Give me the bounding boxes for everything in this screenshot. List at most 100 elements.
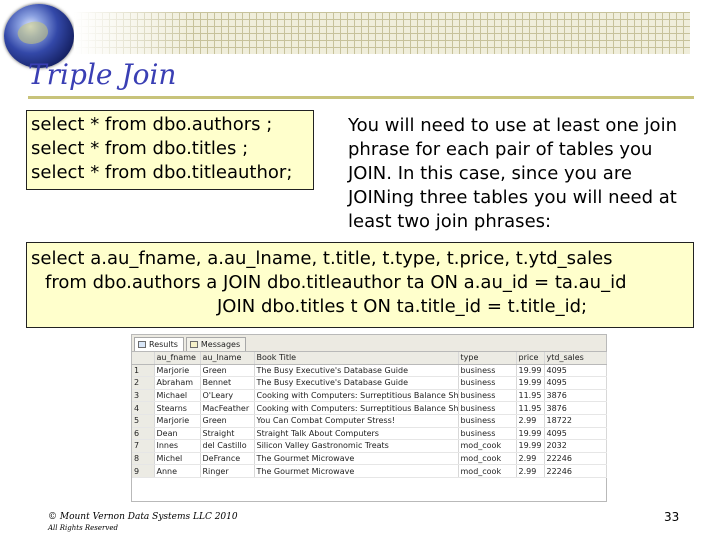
cell[interactable]: The Gourmet Microwave: [254, 452, 459, 466]
cell[interactable]: Cooking with Computers: Surreptitious Ba…: [254, 389, 459, 403]
row-number: 1: [132, 364, 155, 378]
cell[interactable]: 22246: [544, 452, 607, 466]
table-row[interactable]: 8 Michel DeFrance The Gourmet Microwave …: [132, 452, 607, 466]
cell[interactable]: Green: [200, 364, 255, 378]
cell[interactable]: Green: [200, 414, 255, 428]
join-query-line: select a.au_fname, a.au_lname, t.title, …: [31, 248, 613, 269]
cell[interactable]: DeFrance: [200, 452, 255, 466]
cell[interactable]: 22246: [544, 464, 607, 478]
cell[interactable]: Cooking with Computers: Surreptitious Ba…: [254, 401, 459, 415]
column-header[interactable]: au_lname: [200, 352, 255, 365]
table-row[interactable]: 4 Stearns MacFeather Cooking with Comput…: [132, 401, 607, 415]
column-header[interactable]: price: [516, 352, 545, 365]
cell[interactable]: 11.95: [516, 401, 545, 415]
cell[interactable]: The Gourmet Microwave: [254, 464, 459, 478]
cell[interactable]: mod_cook: [458, 464, 517, 478]
cell[interactable]: The Busy Executive's Database Guide: [254, 364, 459, 378]
cell[interactable]: Marjorie: [154, 414, 201, 428]
column-header[interactable]: type: [458, 352, 517, 365]
title-divider: [28, 96, 694, 99]
cell[interactable]: 4095: [544, 376, 607, 390]
cell[interactable]: Anne: [154, 464, 201, 478]
cell[interactable]: Dean: [154, 427, 201, 441]
rights-text: All Rights Reserved: [48, 524, 118, 532]
select-queries-box: select * from dbo.authors ; select * fro…: [26, 110, 314, 190]
cell[interactable]: Michael: [154, 389, 201, 403]
cell[interactable]: business: [458, 364, 517, 378]
join-explanation-text: You will need to use at least one join p…: [348, 115, 677, 232]
join-query-line: from dbo.authors a JOIN dbo.titleauthor …: [45, 272, 627, 293]
cell[interactable]: 2.99: [516, 452, 545, 466]
cell[interactable]: Silicon Valley Gastronomic Treats: [254, 439, 459, 453]
cell[interactable]: O'Leary: [200, 389, 255, 403]
slide-title: Triple Join: [28, 58, 177, 91]
cell[interactable]: 4095: [544, 427, 607, 441]
cell[interactable]: Marjorie: [154, 364, 201, 378]
cell[interactable]: business: [458, 414, 517, 428]
cell[interactable]: 4095: [544, 364, 607, 378]
cell[interactable]: Ringer: [200, 464, 255, 478]
column-header[interactable]: ytd_sales: [544, 352, 607, 365]
cell[interactable]: Abraham: [154, 376, 201, 390]
row-number: 2: [132, 376, 155, 390]
table-row[interactable]: 1 Marjorie Green The Busy Executive's Da…: [132, 364, 607, 378]
column-header: [132, 352, 155, 365]
cell[interactable]: 19.99: [516, 364, 545, 378]
cell[interactable]: mod_cook: [458, 439, 517, 453]
results-table: au_fname au_lname Book Title type price …: [132, 352, 607, 478]
table-row[interactable]: 2 Abraham Bennet The Busy Executive's Da…: [132, 376, 607, 390]
query-line: select * from dbo.titles ;: [31, 138, 249, 159]
tab-label: Messages: [200, 340, 241, 349]
query-line: select * from dbo.titleauthor;: [31, 162, 293, 183]
header-decoration: [74, 12, 690, 54]
row-number: 8: [132, 452, 155, 466]
cell[interactable]: 11.95: [516, 389, 545, 403]
cell[interactable]: 3876: [544, 401, 607, 415]
cell[interactable]: mod_cook: [458, 452, 517, 466]
cell[interactable]: business: [458, 427, 517, 441]
row-number: 4: [132, 401, 155, 415]
cell[interactable]: 2.99: [516, 414, 545, 428]
table-row[interactable]: 9 Anne Ringer The Gourmet Microwave mod_…: [132, 464, 607, 478]
join-query-box: select a.au_fname, a.au_lname, t.title, …: [26, 242, 694, 328]
table-row[interactable]: 6 Dean Straight Straight Talk About Comp…: [132, 427, 607, 441]
cell[interactable]: Bennet: [200, 376, 255, 390]
cell[interactable]: 2.99: [516, 464, 545, 478]
row-number: 7: [132, 439, 155, 453]
table-row[interactable]: 3 Michael O'Leary Cooking with Computers…: [132, 389, 607, 403]
footer-copyright: © Mount Vernon Data Systems LLC 2010 All…: [48, 512, 238, 532]
row-number: 6: [132, 427, 155, 441]
table-row[interactable]: 7 Innes del Castillo Silicon Valley Gast…: [132, 439, 607, 453]
page-number: 33: [664, 510, 680, 524]
cell[interactable]: 19.99: [516, 439, 545, 453]
cell[interactable]: business: [458, 401, 517, 415]
cell[interactable]: 2032: [544, 439, 607, 453]
cell[interactable]: 3876: [544, 389, 607, 403]
cell[interactable]: MacFeather: [200, 401, 255, 415]
tab-messages[interactable]: Messages: [185, 337, 247, 351]
cell[interactable]: The Busy Executive's Database Guide: [254, 376, 459, 390]
cell[interactable]: business: [458, 389, 517, 403]
column-header[interactable]: Book Title: [254, 352, 459, 365]
column-header[interactable]: au_fname: [154, 352, 201, 365]
cell[interactable]: Stearns: [154, 401, 201, 415]
join-query-line: JOIN dbo.titles t ON ta.title_id = t.tit…: [217, 296, 588, 317]
cell[interactable]: 19.99: [516, 427, 545, 441]
cell[interactable]: del Castillo: [200, 439, 255, 453]
cell[interactable]: Straight Talk About Computers: [254, 427, 459, 441]
row-number: 3: [132, 389, 155, 403]
results-tabs: Results Messages: [132, 335, 606, 352]
cell[interactable]: 18722: [544, 414, 607, 428]
cell[interactable]: business: [458, 376, 517, 390]
cell[interactable]: Straight: [200, 427, 255, 441]
table-row[interactable]: 5 Marjorie Green You Can Combat Computer…: [132, 414, 607, 428]
cell[interactable]: You Can Combat Computer Stress!: [254, 414, 459, 428]
copyright-text: © Mount Vernon Data Systems LLC 2010: [48, 512, 238, 522]
cell[interactable]: Michel: [154, 452, 201, 466]
cell[interactable]: Innes: [154, 439, 201, 453]
results-grid-screenshot: Results Messages au_fname au_lname Book …: [131, 334, 607, 502]
row-number: 5: [132, 414, 155, 428]
tab-results[interactable]: Results: [134, 337, 184, 351]
cell[interactable]: 19.99: [516, 376, 545, 390]
messages-icon: [189, 341, 198, 348]
